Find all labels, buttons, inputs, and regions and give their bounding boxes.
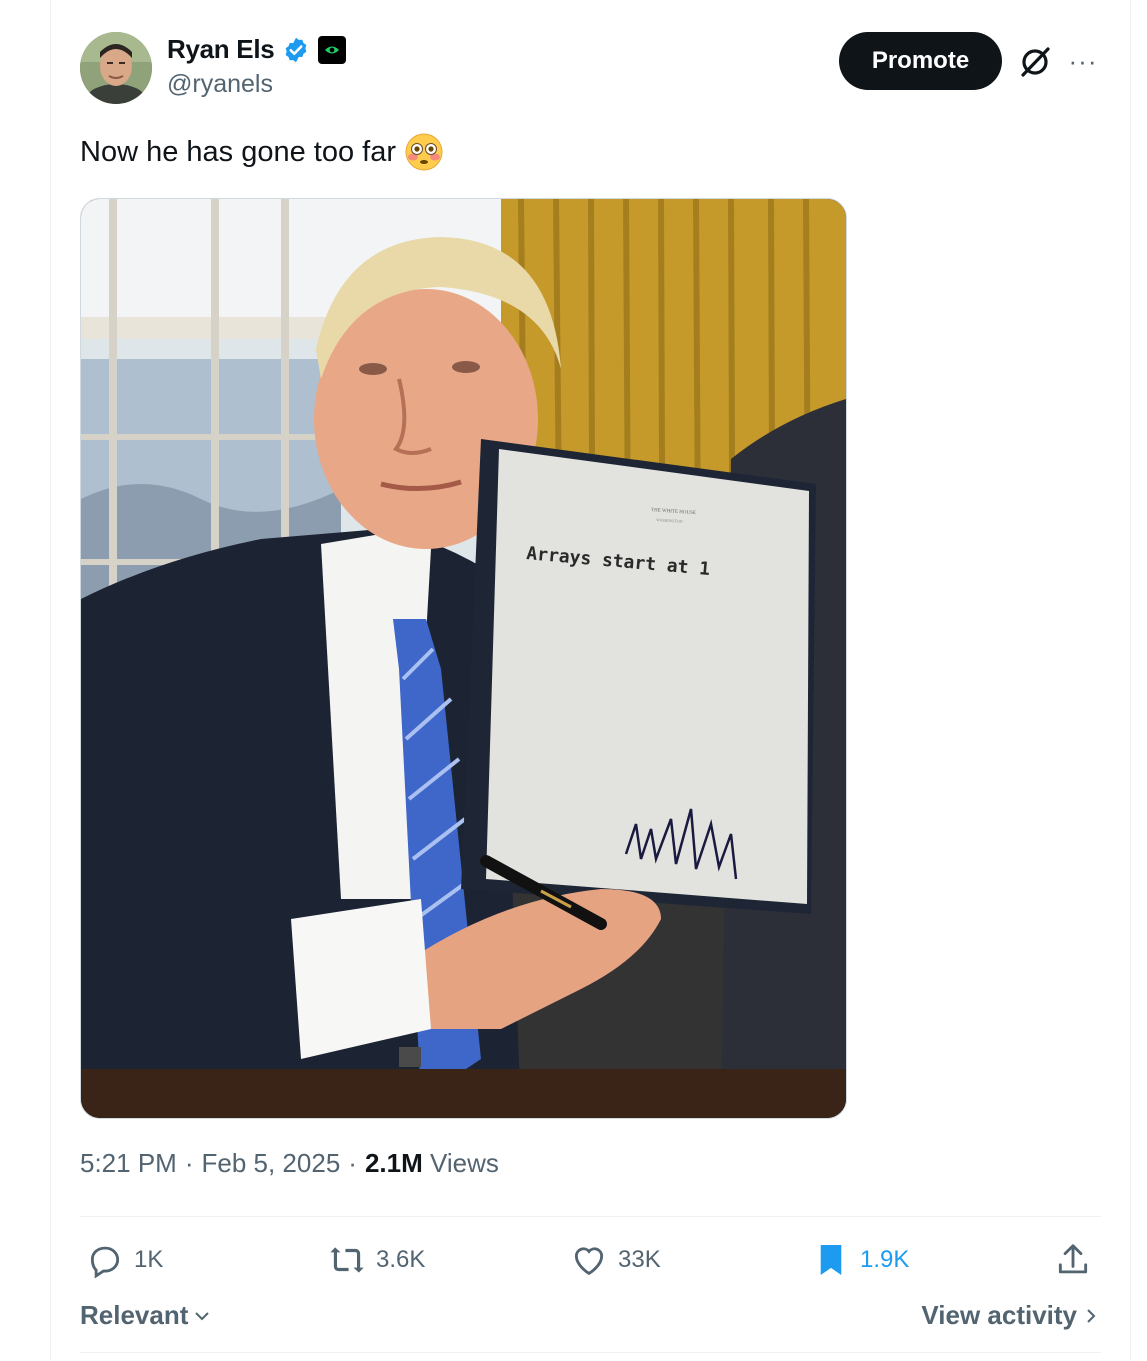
flushed-face-emoji-icon <box>405 133 443 171</box>
like-button[interactable]: 33K <box>570 1236 661 1284</box>
meme-photo: THE WHITE HOUSE WASHINGTON Arrays start … <box>81 199 846 1118</box>
more-icon[interactable]: ··· <box>1066 46 1100 76</box>
tweet-time[interactable]: 5:21 PM <box>80 1148 177 1179</box>
tweet-text: Now he has gone too far <box>80 132 444 172</box>
column-border-left <box>50 0 51 1361</box>
repost-button[interactable]: 3.6K <box>328 1236 425 1284</box>
action-bar: 1K 3.6K 33K 1.9K <box>80 1236 1101 1284</box>
chevron-down-icon <box>195 1311 210 1320</box>
sort-label: Relevant <box>80 1300 189 1330</box>
views-count: 2.1M <box>364 1148 423 1178</box>
reply-icon <box>90 1246 120 1279</box>
promote-button[interactable]: Promote <box>839 32 1002 90</box>
meta-separator: · <box>348 1148 357 1178</box>
tweet-date[interactable]: Feb 5, 2025 <box>202 1148 341 1179</box>
heart-icon <box>574 1247 604 1276</box>
tweet-meta: 5:21 PM · Feb 5, 2025 · 2.1M Views <box>80 1148 499 1179</box>
reply-count: 1K <box>134 1246 164 1273</box>
meta-separator: · <box>184 1148 194 1178</box>
affiliate-badge-icon[interactable] <box>318 35 347 64</box>
bookmark-count: 1.9K <box>860 1246 910 1273</box>
tweet-media-image[interactable]: THE WHITE HOUSE WASHINGTON Arrays start … <box>80 198 847 1119</box>
share-icon <box>1058 1244 1088 1274</box>
affiliate-logo-icon <box>325 46 340 53</box>
divider <box>80 1352 1101 1353</box>
view-activity-label: View activity <box>921 1300 1077 1330</box>
views-label: Views <box>430 1148 499 1178</box>
grok-icon[interactable] <box>1017 44 1053 80</box>
author-name-row: Ryan Els <box>167 34 347 65</box>
repost-icon <box>330 1247 364 1273</box>
avatar-image <box>80 32 152 104</box>
reply-sort-dropdown[interactable]: Relevant <box>80 1300 212 1331</box>
repost-count: 3.6K <box>376 1246 426 1273</box>
views-stat: 2.1M Views <box>365 1148 499 1179</box>
share-button[interactable] <box>1054 1236 1092 1284</box>
verified-badge-icon[interactable] <box>282 36 310 64</box>
reply-button[interactable]: 1K <box>86 1236 163 1284</box>
author-avatar[interactable] <box>80 32 152 104</box>
column-border-right <box>1130 0 1131 1361</box>
divider <box>80 1216 1101 1217</box>
view-activity-link[interactable]: View activity <box>921 1300 1099 1331</box>
bookmark-icon <box>820 1244 842 1276</box>
tweet-text-content: Now he has gone too far <box>80 135 396 168</box>
author-handle[interactable]: @ryanels <box>167 70 273 99</box>
chevron-right-icon <box>1087 1308 1096 1323</box>
author-display-name[interactable]: Ryan Els <box>167 34 275 65</box>
bookmark-button[interactable]: 1.9K <box>812 1236 909 1284</box>
like-count: 33K <box>618 1246 661 1273</box>
